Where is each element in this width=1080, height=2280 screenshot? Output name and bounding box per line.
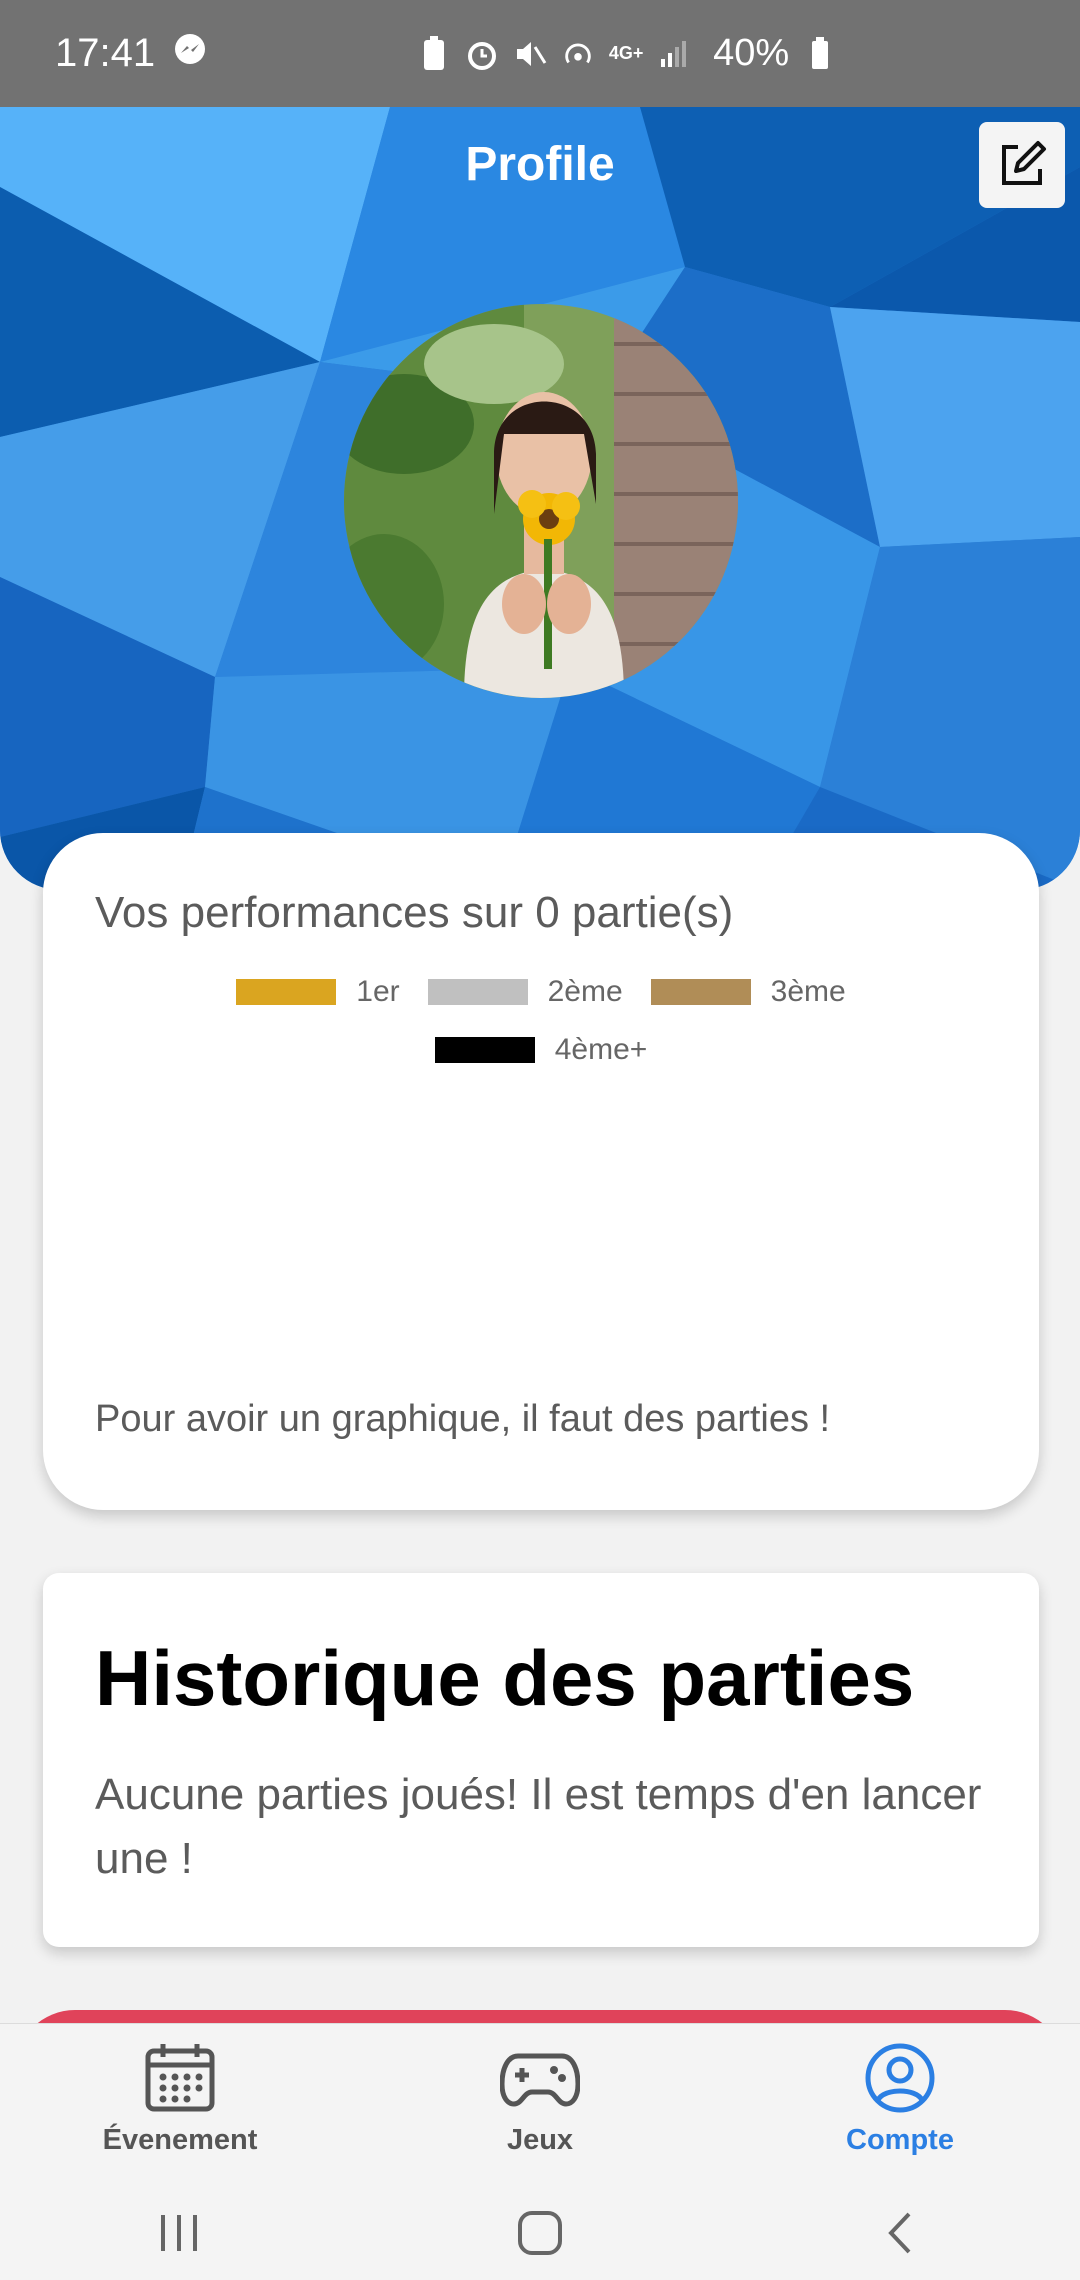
performance-empty-message: Pour avoir un graphique, il faut des par… — [95, 1398, 831, 1440]
gamepad-icon — [500, 2053, 580, 2107]
mute-icon — [513, 34, 547, 74]
nav-item-jeux[interactable]: Jeux — [360, 2024, 720, 2185]
back-button[interactable] — [720, 2185, 1080, 2280]
profile-header: Profile — [0, 107, 1080, 890]
legend-item-3eme[interactable]: 3ème — [650, 975, 846, 1009]
back-icon — [888, 2212, 911, 2253]
nav-label-jeux: Jeux — [506, 2124, 574, 2156]
performance-card: Vos performances sur 0 partie(s) 1er 2èm… — [43, 833, 1039, 1510]
history-empty-message: Aucune parties joués! Il est temps d'en … — [95, 1770, 982, 1883]
calendar-icon — [145, 2044, 215, 2112]
chart-legend-row-2: 4ème+ — [43, 1033, 1039, 1067]
home-button[interactable] — [360, 2185, 720, 2280]
messenger-icon — [173, 31, 207, 76]
legend-label: 1er — [356, 975, 400, 1008]
status-icons: 4G+ 40% — [417, 32, 837, 75]
account-icon — [865, 2043, 935, 2113]
battery-percent: 40% — [713, 32, 790, 74]
legend-label: 2ème — [547, 975, 623, 1008]
legend-label: 3ème — [770, 975, 846, 1008]
history-title: Historique des parties — [95, 1634, 915, 1722]
nav-item-evenement[interactable]: Évenement — [0, 2024, 360, 2185]
legend-swatch-silver — [427, 979, 528, 1005]
page-title: Profile — [465, 138, 615, 191]
legend-swatch-gold — [236, 979, 337, 1005]
bottom-navigation: Évenement Jeux Compte — [0, 2023, 1080, 2185]
chart-legend: 1er 2ème 3ème — [43, 975, 1039, 1009]
recents-icon — [161, 2214, 197, 2251]
performance-title: Vos performances sur 0 partie(s) — [95, 888, 734, 937]
legend-label: 4ème+ — [554, 1033, 648, 1066]
battery-saver-icon — [417, 34, 451, 74]
network-label: 4G+ — [608, 43, 644, 63]
system-navigation — [0, 2185, 1080, 2280]
history-card: Historique des parties Aucune parties jo… — [43, 1573, 1039, 1947]
signal-icon — [657, 34, 691, 74]
battery-charging-icon — [803, 34, 837, 74]
recents-button[interactable] — [0, 2185, 360, 2280]
avatar-photo — [344, 304, 738, 698]
nav-item-compte[interactable]: Compte — [720, 2024, 1080, 2185]
status-bar: 17:41 4G+ 40% — [0, 0, 1080, 107]
edit-profile-button[interactable] — [979, 122, 1065, 208]
edit-icon — [1002, 141, 1046, 185]
legend-item-4eme[interactable]: 4ème+ — [434, 1033, 648, 1067]
legend-item-1er[interactable]: 1er — [236, 975, 400, 1009]
nav-label-compte: Compte — [846, 2124, 954, 2156]
status-time: 17:41 — [55, 31, 156, 75]
hotspot-icon — [561, 34, 595, 74]
avatar[interactable] — [344, 304, 738, 698]
alarm-icon — [465, 34, 499, 74]
home-icon — [518, 2210, 562, 2255]
legend-swatch-black — [434, 1037, 535, 1063]
legend-swatch-bronze — [650, 979, 751, 1005]
legend-item-2eme[interactable]: 2ème — [427, 975, 623, 1009]
nav-label-evenement: Évenement — [102, 2124, 258, 2156]
